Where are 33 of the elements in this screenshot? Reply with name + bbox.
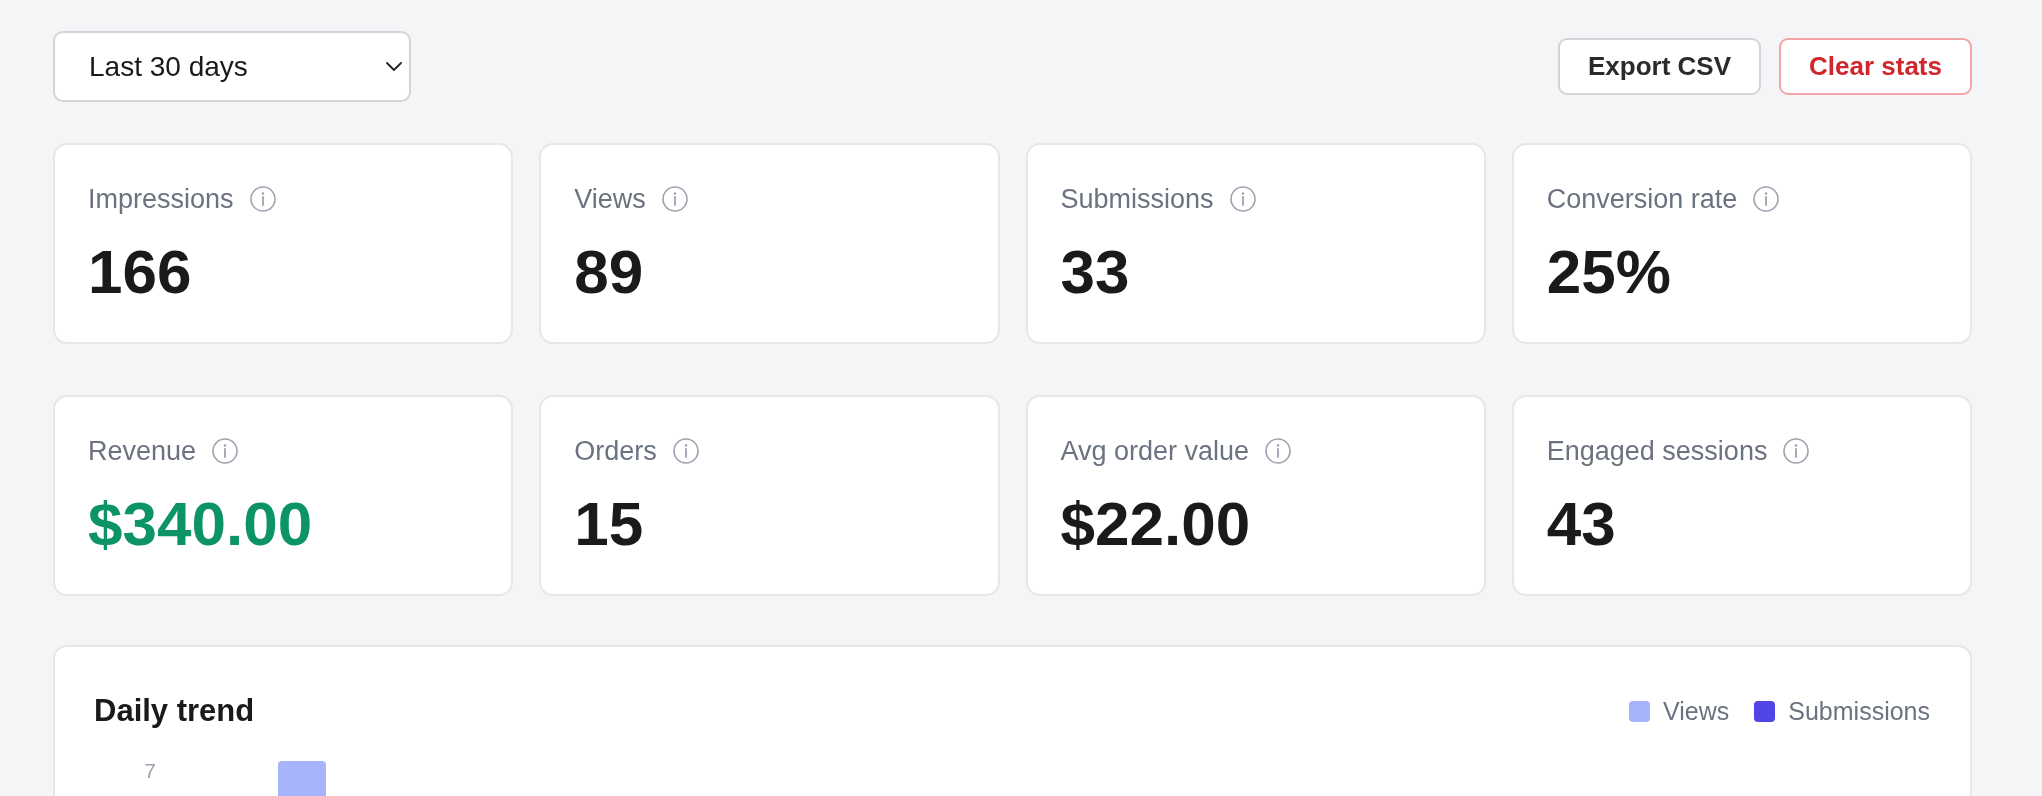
metric-value: $22.00 bbox=[1060, 488, 1251, 560]
info-icon[interactable] bbox=[672, 438, 699, 464]
info-icon[interactable] bbox=[212, 438, 239, 464]
date-range-dropdown[interactable]: Last 30 days bbox=[53, 31, 411, 102]
info-icon[interactable] bbox=[249, 186, 276, 212]
metric-value: 25% bbox=[1546, 236, 1671, 308]
legend-label: Views bbox=[1663, 696, 1730, 726]
metric-label: Views bbox=[574, 183, 646, 215]
chart-bar bbox=[278, 761, 326, 796]
metric-label: Revenue bbox=[88, 435, 197, 467]
info-icon[interactable] bbox=[1753, 186, 1780, 212]
info-icon[interactable] bbox=[1265, 438, 1292, 464]
metric-label: Conversion rate bbox=[1546, 183, 1738, 215]
metric-value: $340.00 bbox=[88, 488, 313, 560]
metric-label: Orders bbox=[574, 435, 657, 467]
danger-button[interactable]: Clear stats bbox=[1779, 38, 1972, 95]
outline-button[interactable]: Export CSV bbox=[1558, 38, 1762, 95]
metric-value: 166 bbox=[88, 236, 192, 308]
metric-value: 15 bbox=[574, 488, 644, 560]
info-icon[interactable] bbox=[1229, 186, 1256, 212]
metric-label: Avg order value bbox=[1060, 435, 1250, 467]
metric-label: Engaged sessions bbox=[1546, 435, 1768, 467]
chart-title: Daily trend bbox=[94, 692, 255, 730]
chevron-down-icon bbox=[386, 61, 402, 72]
metric-label: Submissions bbox=[1060, 183, 1214, 215]
metric-label: Impressions bbox=[88, 183, 234, 215]
metric-value: 43 bbox=[1546, 488, 1616, 560]
metric-value: 33 bbox=[1060, 236, 1130, 308]
metric-value: 89 bbox=[574, 236, 644, 308]
info-icon[interactable] bbox=[661, 186, 688, 212]
axis-tick-label: 7 bbox=[144, 758, 156, 782]
legend-label: Submissions bbox=[1788, 696, 1930, 726]
info-icon[interactable] bbox=[1783, 438, 1810, 464]
